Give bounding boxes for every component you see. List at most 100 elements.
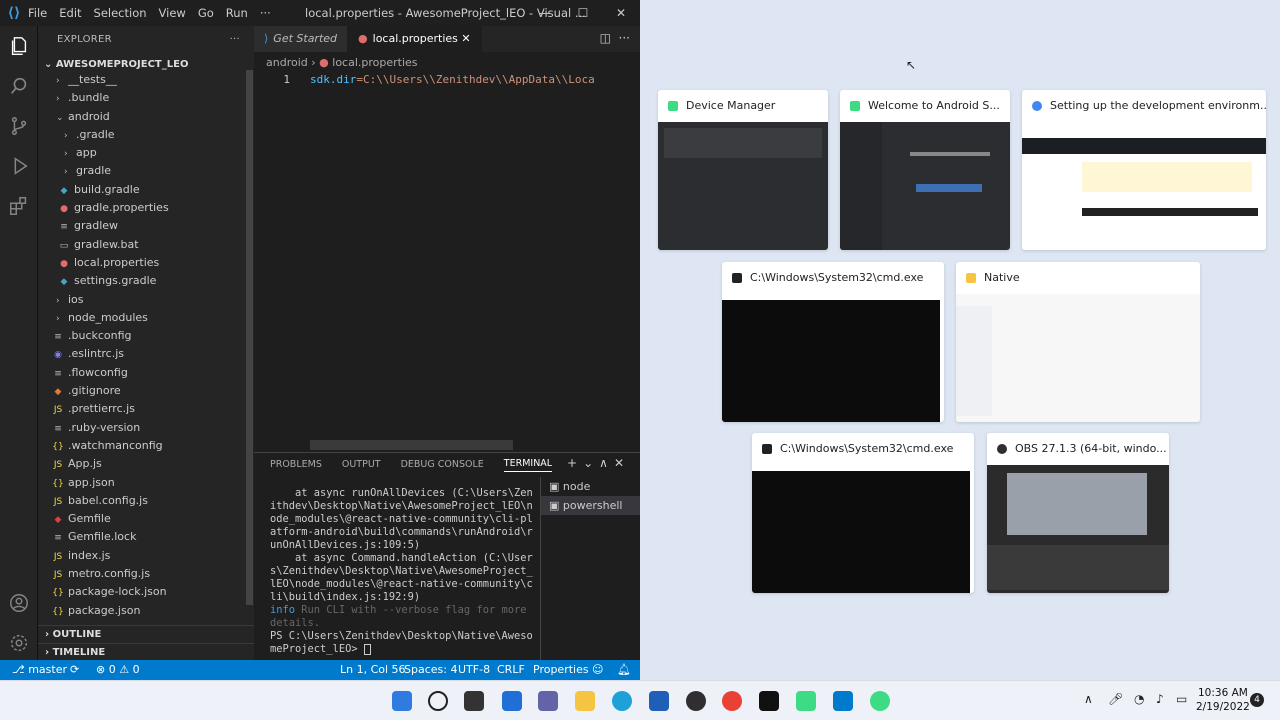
- encoding[interactable]: UTF-8: [458, 663, 490, 676]
- menu-selection[interactable]: Selection: [94, 6, 147, 20]
- file-tree-item[interactable]: {} package-lock.json: [38, 583, 254, 601]
- tab-terminal[interactable]: TERMINAL: [503, 458, 553, 472]
- run-debug-icon[interactable]: [0, 146, 38, 186]
- terminal-powershell[interactable]: ▣ powershell: [541, 496, 640, 515]
- obs-taskbar-icon[interactable]: [686, 691, 706, 711]
- tab-debug-console[interactable]: DEBUG CONSOLE: [401, 459, 484, 472]
- android-studio-taskbar-icon[interactable]: [796, 691, 816, 711]
- tab-local-properties[interactable]: ● local.properties ✕: [348, 26, 482, 52]
- file-tree-item[interactable]: ▭ gradlew.bat: [38, 236, 254, 254]
- outline-section[interactable]: › OUTLINE: [38, 625, 254, 643]
- split-editor-icon[interactable]: ◫: [600, 31, 611, 45]
- end-of-line[interactable]: CRLF: [497, 663, 525, 676]
- file-tree-item[interactable]: JS index.js: [38, 547, 254, 565]
- maximize-panel-icon[interactable]: ∧: [599, 456, 614, 470]
- chevron-up-icon[interactable]: ∧: [1084, 692, 1093, 706]
- file-tree-item[interactable]: › .bundle: [38, 89, 254, 107]
- vscode-taskbar-icon[interactable]: [833, 691, 853, 711]
- menu-edit[interactable]: Edit: [59, 6, 81, 20]
- file-tree-item[interactable]: JS App.js: [38, 455, 254, 473]
- cursor-position[interactable]: Ln 1, Col 56: [340, 663, 406, 676]
- close-button[interactable]: ✕: [602, 0, 640, 26]
- snap-window-device-manager[interactable]: Device Manager: [658, 90, 828, 250]
- indentation[interactable]: Spaces: 4: [404, 663, 457, 676]
- snap-window-chrome-setup[interactable]: Setting up the development environm...: [1022, 90, 1266, 250]
- store-icon[interactable]: [649, 691, 669, 711]
- snap-window-explorer-native[interactable]: Native: [956, 262, 1200, 422]
- terminal-node[interactable]: ▣ node: [541, 477, 640, 496]
- file-tree-item[interactable]: › .gradle: [38, 126, 254, 144]
- close-panel-icon[interactable]: ✕: [614, 456, 630, 470]
- file-tree-item[interactable]: {} .watchmanconfig: [38, 437, 254, 455]
- file-tree-item[interactable]: ≡ Gemfile.lock: [38, 528, 254, 546]
- teams-chat-icon[interactable]: [538, 691, 558, 711]
- maximize-button[interactable]: ☐: [564, 0, 602, 26]
- notification-badge[interactable]: 4: [1250, 693, 1264, 707]
- branch-indicator[interactable]: ⎇ master: [12, 663, 67, 676]
- file-tree-item[interactable]: ◆ .gitignore: [38, 382, 254, 400]
- menu-view[interactable]: View: [159, 6, 186, 20]
- file-tree-item[interactable]: JS babel.config.js: [38, 492, 254, 510]
- file-tree-item[interactable]: ⌄ android: [38, 108, 254, 126]
- search-icon[interactable]: [0, 66, 38, 106]
- file-tree-item[interactable]: ● gradle.properties: [38, 199, 254, 217]
- terminal-output[interactable]: at async runOnAllDevices (C:\Users\Zen it…: [270, 487, 533, 656]
- language-mode[interactable]: Properties: [533, 663, 589, 676]
- settings-gear-icon[interactable]: [0, 623, 38, 663]
- breadcrumb-item[interactable]: local.properties: [332, 56, 417, 69]
- search-icon[interactable]: [428, 691, 448, 711]
- file-tree-item[interactable]: JS metro.config.js: [38, 565, 254, 583]
- editor-scrollbar[interactable]: [310, 440, 513, 450]
- snap-window-obs[interactable]: OBS 27.1.3 (64-bit, windo...: [987, 433, 1169, 593]
- file-tree-item[interactable]: ◆ settings.gradle: [38, 272, 254, 290]
- snap-window-welcome-android-studio[interactable]: Welcome to Android S...: [840, 90, 1010, 250]
- breadcrumb-item[interactable]: android: [266, 56, 308, 69]
- file-tree-item[interactable]: › __tests__: [38, 71, 254, 89]
- problems-count[interactable]: ⊗ 0 ⚠ 0: [96, 663, 140, 676]
- account-icon[interactable]: [0, 583, 38, 623]
- source-control-icon[interactable]: [0, 106, 38, 146]
- file-tree-item[interactable]: ≡ .flowconfig: [38, 364, 254, 382]
- task-view-icon[interactable]: [464, 691, 484, 711]
- close-tab-icon[interactable]: ✕: [461, 32, 470, 45]
- snap-window-cmd-2[interactable]: C:\Windows\System32\cmd.exe: [752, 433, 974, 593]
- file-tree-item[interactable]: {} app.json: [38, 474, 254, 492]
- feedback-icon[interactable]: ☺: [592, 663, 603, 676]
- file-tree-item[interactable]: ● local.properties: [38, 254, 254, 272]
- bell-icon[interactable]: 🔔︎: [617, 663, 631, 676]
- tab-get-started[interactable]: ⟩ Get Started: [254, 26, 349, 52]
- menu-more[interactable]: ···: [260, 6, 271, 20]
- chevron-down-icon[interactable]: ⌄: [583, 456, 599, 470]
- battery-icon[interactable]: ▭: [1176, 692, 1187, 706]
- file-tree-item[interactable]: ◉ .eslintrc.js: [38, 345, 254, 363]
- minimize-button[interactable]: —: [526, 0, 564, 26]
- snap-window-cmd-1[interactable]: C:\Windows\System32\cmd.exe: [722, 262, 944, 422]
- explorer-icon[interactable]: [0, 26, 38, 66]
- new-terminal-icon[interactable]: +: [567, 456, 583, 470]
- tab-problems[interactable]: PROBLEMS: [270, 459, 322, 472]
- file-tree-item[interactable]: ≡ .buckconfig: [38, 327, 254, 345]
- file-tree-item[interactable]: ◆ build.gradle: [38, 181, 254, 199]
- file-tree-item[interactable]: › app: [38, 144, 254, 162]
- android-taskbar-icon[interactable]: [870, 691, 890, 711]
- tab-output[interactable]: OUTPUT: [342, 459, 381, 472]
- microphone-icon[interactable]: 🎤︎: [1108, 692, 1123, 706]
- timeline-section[interactable]: › TIMELINE: [38, 643, 254, 660]
- file-tree-item[interactable]: › ios: [38, 291, 254, 309]
- file-tree-item[interactable]: ≡ gradlew: [38, 217, 254, 235]
- file-tree-item[interactable]: {} package.json: [38, 602, 254, 620]
- code-line[interactable]: 1 sdk.dir=C:\\Users\\Zenithdev\\AppData\\…: [254, 72, 640, 90]
- file-tree-item[interactable]: JS .prettierrc.js: [38, 400, 254, 418]
- menu-go[interactable]: Go: [198, 6, 214, 20]
- terminal-taskbar-icon[interactable]: [759, 691, 779, 711]
- file-tree-item[interactable]: › gradle: [38, 162, 254, 180]
- edge-icon[interactable]: [612, 691, 632, 711]
- start-icon[interactable]: [392, 691, 412, 711]
- clock[interactable]: 10:36 AM 2/19/2022: [1196, 686, 1250, 714]
- explorer-more-icon[interactable]: ···: [230, 26, 240, 54]
- menu-run[interactable]: Run: [226, 6, 248, 20]
- file-explorer-icon[interactable]: [575, 691, 595, 711]
- more-actions-icon[interactable]: ···: [619, 31, 630, 45]
- file-tree-item[interactable]: › node_modules: [38, 309, 254, 327]
- extensions-icon[interactable]: [0, 186, 38, 226]
